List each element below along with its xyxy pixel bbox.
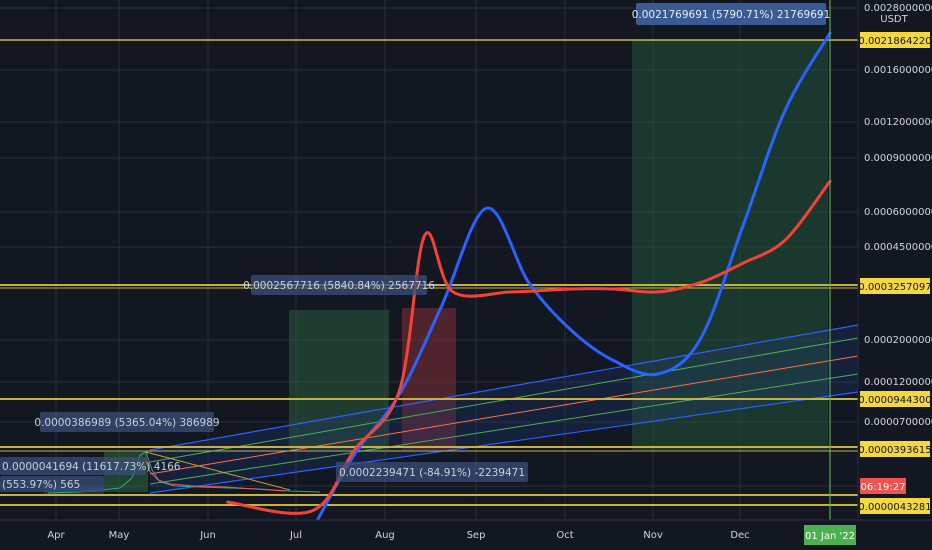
x-tick-label: Aug [375, 530, 395, 541]
x-tick-label: Nov [643, 530, 663, 541]
date-cursor-tag-text: 01 Jan '22 [805, 531, 855, 542]
y-tick-label: 0.0009000000 [864, 153, 932, 164]
level-price-tag-text: 0.0000393615 [858, 445, 931, 456]
x-tick-label: Sep [467, 530, 486, 541]
price-chart[interactable]: 0.0021769691 (5790.71%) 21769691 0.00025… [0, 0, 932, 550]
y-tick-label: 0.0002000000 [864, 335, 932, 346]
y-tick-label: 0.0016000000 [864, 65, 932, 76]
y-tick-label: 0.0028000000 [864, 3, 932, 14]
measurement-label: 0.0021769691 (5790.71%) 21769691 [632, 9, 831, 21]
x-tick-label: Jul [289, 530, 302, 541]
level-price-tag-text: 0.0003257097 [858, 282, 931, 293]
y-tick-label: 0.0001200000 [864, 377, 932, 388]
level-price-tag-text: 0.0000944300 [858, 395, 931, 406]
x-tick-label: May [109, 530, 130, 541]
y-tick-label: 0.0004500000 [864, 242, 932, 253]
x-tick-label: Oct [556, 530, 573, 541]
measurement-label: 0.0002567716 (5840.84%) 2567716 [243, 280, 435, 292]
measurement-label: 0.0002239471 (-84.91%) -2239471 [339, 467, 525, 479]
y-tick-label: 0.0012000000 [864, 117, 932, 128]
time-axis[interactable]: Apr May Jun Jul Aug Sep Oct Nov Dec 01 J… [0, 519, 932, 550]
y-tick-label: 0.0006000000 [864, 207, 932, 218]
x-tick-label: Jun [199, 530, 216, 541]
measurement-label: 0.0000386989 (5365.04%) 386989 [34, 417, 219, 429]
measurement-label: 0.0000041694 (11617.73%) 4166 [2, 461, 181, 473]
currency-label: USDT [880, 14, 908, 25]
level-price-tag-text: 0.0021864220 [858, 36, 931, 47]
measurement-label: (553.97%) 565 [2, 479, 80, 491]
level-price-tag-text: 0.0000043281 [858, 502, 931, 513]
price-axis[interactable]: USDT 0.0028000000 0.0016000000 0.0012000… [857, 0, 932, 520]
y-tick-label: 0.0000700000 [864, 417, 932, 428]
x-tick-label: Apr [47, 530, 65, 541]
x-tick-label: Dec [730, 530, 749, 541]
countdown-tag-text: 06:19:27 [861, 482, 906, 493]
